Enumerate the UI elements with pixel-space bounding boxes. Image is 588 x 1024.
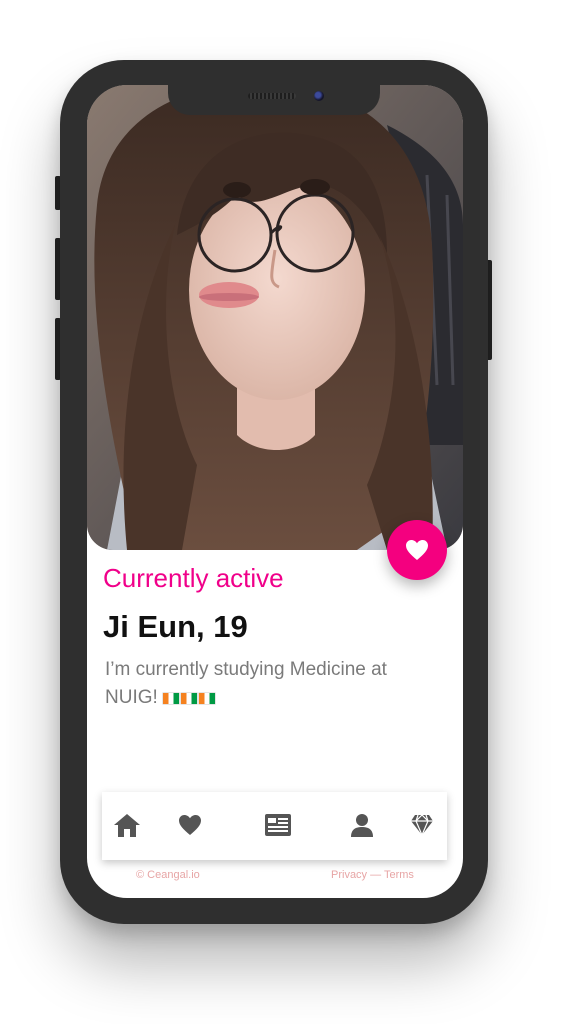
bio-text: I’m currently studying Medicine at NUIG! bbox=[105, 659, 387, 708]
newspaper-icon bbox=[265, 814, 291, 836]
copyright-text: © Ceangal.io bbox=[136, 869, 200, 881]
app-mockup: Currently active Ji Eun, 19 I’m currentl… bbox=[0, 0, 588, 1024]
home-icon bbox=[114, 814, 140, 837]
bottom-navigation bbox=[102, 792, 447, 860]
nav-home[interactable] bbox=[112, 810, 142, 840]
phone-notch bbox=[168, 85, 380, 115]
ireland-flag-icon bbox=[181, 693, 198, 704]
ireland-flag-icon bbox=[163, 693, 180, 704]
privacy-terms-links[interactable]: Privacy — Terms bbox=[331, 869, 414, 881]
profile-photo bbox=[87, 85, 463, 550]
user-icon bbox=[351, 814, 373, 837]
profile-name-age: Ji Eun, 19 bbox=[103, 609, 248, 644]
ireland-flag-icon bbox=[199, 693, 216, 704]
like-button[interactable] bbox=[387, 520, 447, 580]
nav-profile[interactable] bbox=[347, 810, 377, 840]
online-status: Currently active bbox=[103, 563, 284, 593]
front-camera bbox=[314, 91, 324, 101]
heart-icon bbox=[179, 815, 201, 835]
diamond-icon bbox=[411, 814, 433, 836]
profile-bio: I’m currently studying Medicine at NUIG! bbox=[105, 656, 435, 712]
heart-icon bbox=[406, 540, 428, 560]
nav-premium[interactable] bbox=[407, 810, 437, 840]
speaker-grille bbox=[248, 93, 296, 99]
nav-feed[interactable] bbox=[263, 810, 293, 840]
nav-likes[interactable] bbox=[175, 810, 205, 840]
phone-screen bbox=[87, 85, 463, 898]
